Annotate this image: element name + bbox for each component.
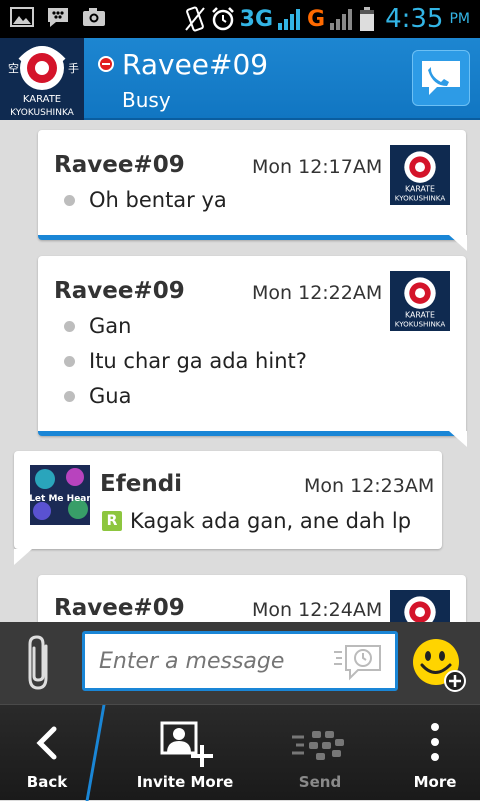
message-bubble[interactable]: Ravee#09 Mon 12:24AM (38, 575, 466, 622)
emoticon-icon[interactable] (410, 636, 470, 696)
attach-icon[interactable] (22, 634, 58, 692)
message-bullet-icon (64, 390, 75, 402)
message-time: Mon 12:23AM (304, 475, 435, 497)
network-g-label: G (307, 6, 326, 32)
karate-logo-icon: 空 手 KARATE KYOKUSHINKA (0, 38, 84, 120)
alarm-icon (211, 7, 234, 31)
karate-logo-icon: KARATE KYOKUSHINKA (390, 145, 450, 205)
bbm-send-icon (292, 731, 344, 760)
more-label: More (413, 773, 457, 791)
message-bubble[interactable]: Ravee#09 Mon 12:17AM Oh bentar ya KARATE… (38, 130, 467, 251)
message-line: Gan (64, 314, 131, 338)
message-list[interactable]: Ravee#09 Mon 12:17AM Oh bentar ya KARATE… (0, 120, 480, 622)
bubble-tail (14, 549, 32, 565)
svg-text:KARATE: KARATE (405, 310, 435, 319)
svg-text:手: 手 (68, 61, 79, 75)
chat-header: 空 手 KARATE KYOKUSHINKA Ravee#09 Busy (0, 38, 480, 120)
message-sender: Ravee#09 (54, 152, 185, 178)
message-time: Mon 12:24AM (252, 599, 383, 621)
message-line: Itu char ga ada hint? (64, 349, 307, 373)
contact-avatar[interactable]: 空 手 KARATE KYOKUSHINKA (0, 38, 84, 120)
bubble-tail (449, 235, 467, 251)
more-button[interactable]: More (390, 705, 480, 801)
invite-contact-icon (160, 721, 213, 767)
message-bubble[interactable]: Let Me Hear Efendi Mon 12:23AM R Kagak a… (14, 451, 442, 565)
message-bubble[interactable]: Ravee#09 Mon 12:22AM Gan Itu char ga ada… (38, 256, 467, 447)
svg-text:空: 空 (8, 61, 19, 75)
svg-text:KYOKUSHINKA: KYOKUSHINKA (10, 108, 75, 118)
back-arrow-icon (36, 726, 57, 760)
message-bullet-icon (64, 355, 75, 367)
phone-chat-icon (422, 61, 460, 95)
sender-avatar[interactable]: KARATE KYOKUSHINKA (390, 145, 450, 205)
karate-logo-icon: KARATE KYOKUSHINKA (390, 271, 450, 331)
clock-ampm: PM (449, 11, 470, 27)
svg-text:KARATE: KARATE (405, 184, 435, 193)
message-bullet-icon (64, 194, 75, 206)
read-status-icon: R (102, 511, 122, 531)
svg-text:Let Me Hear: Let Me Hear (30, 494, 90, 504)
vibrate-icon (184, 6, 205, 32)
own-avatar[interactable]: Let Me Hear (30, 465, 90, 525)
bubble-tail (449, 431, 467, 447)
message-bullet-icon (64, 320, 75, 332)
message-sender: Efendi (100, 471, 183, 497)
message-line: Oh bentar ya (64, 188, 227, 212)
message-sender: Ravee#09 (54, 278, 185, 304)
message-time: Mon 12:17AM (252, 156, 383, 178)
invite-more-label: Invite More (136, 773, 234, 791)
gallery-icon (10, 7, 34, 27)
send-label: Send (298, 773, 342, 791)
bottom-nav-bar: Back Invite More Send More (0, 704, 480, 801)
svg-text:KYOKUSHINKA: KYOKUSHINKA (395, 320, 446, 329)
invite-more-button[interactable]: Invite More (130, 705, 240, 801)
camera-icon (83, 8, 105, 26)
battery-icon (360, 7, 375, 31)
contact-name: Ravee#09 (122, 48, 269, 81)
more-vertical-icon (431, 723, 439, 761)
svg-text:KARATE: KARATE (23, 94, 61, 105)
sender-avatar[interactable] (390, 590, 450, 622)
signal-g-icon (330, 9, 353, 30)
compose-bar (0, 622, 480, 704)
let-me-hear-avatar-icon: Let Me Hear (30, 465, 90, 525)
sender-avatar[interactable]: KARATE KYOKUSHINKA (390, 271, 450, 331)
message-time: Mon 12:22AM (252, 282, 383, 304)
back-label: Back (26, 773, 68, 791)
message-line: R Kagak ada gan, ane dah lp (102, 509, 411, 533)
send-button[interactable]: Send (262, 705, 378, 801)
message-sender: Ravee#09 (54, 595, 185, 621)
network-3g-label: 3G (239, 6, 274, 32)
signal-3g-icon (278, 9, 301, 30)
status-bar: 3G G 4:35 PM (0, 0, 480, 38)
message-line: Gua (64, 384, 131, 408)
busy-status-icon (98, 56, 114, 72)
back-button[interactable]: Back (0, 705, 94, 801)
voice-call-button[interactable] (412, 50, 470, 106)
svg-text:KYOKUSHINKA: KYOKUSHINKA (395, 194, 446, 203)
bbm-notification-icon (48, 8, 68, 27)
clock-time: 4:35 (385, 4, 444, 34)
karate-logo-icon (390, 590, 450, 622)
contact-status: Busy (122, 88, 171, 112)
voice-note-icon[interactable] (332, 642, 384, 682)
